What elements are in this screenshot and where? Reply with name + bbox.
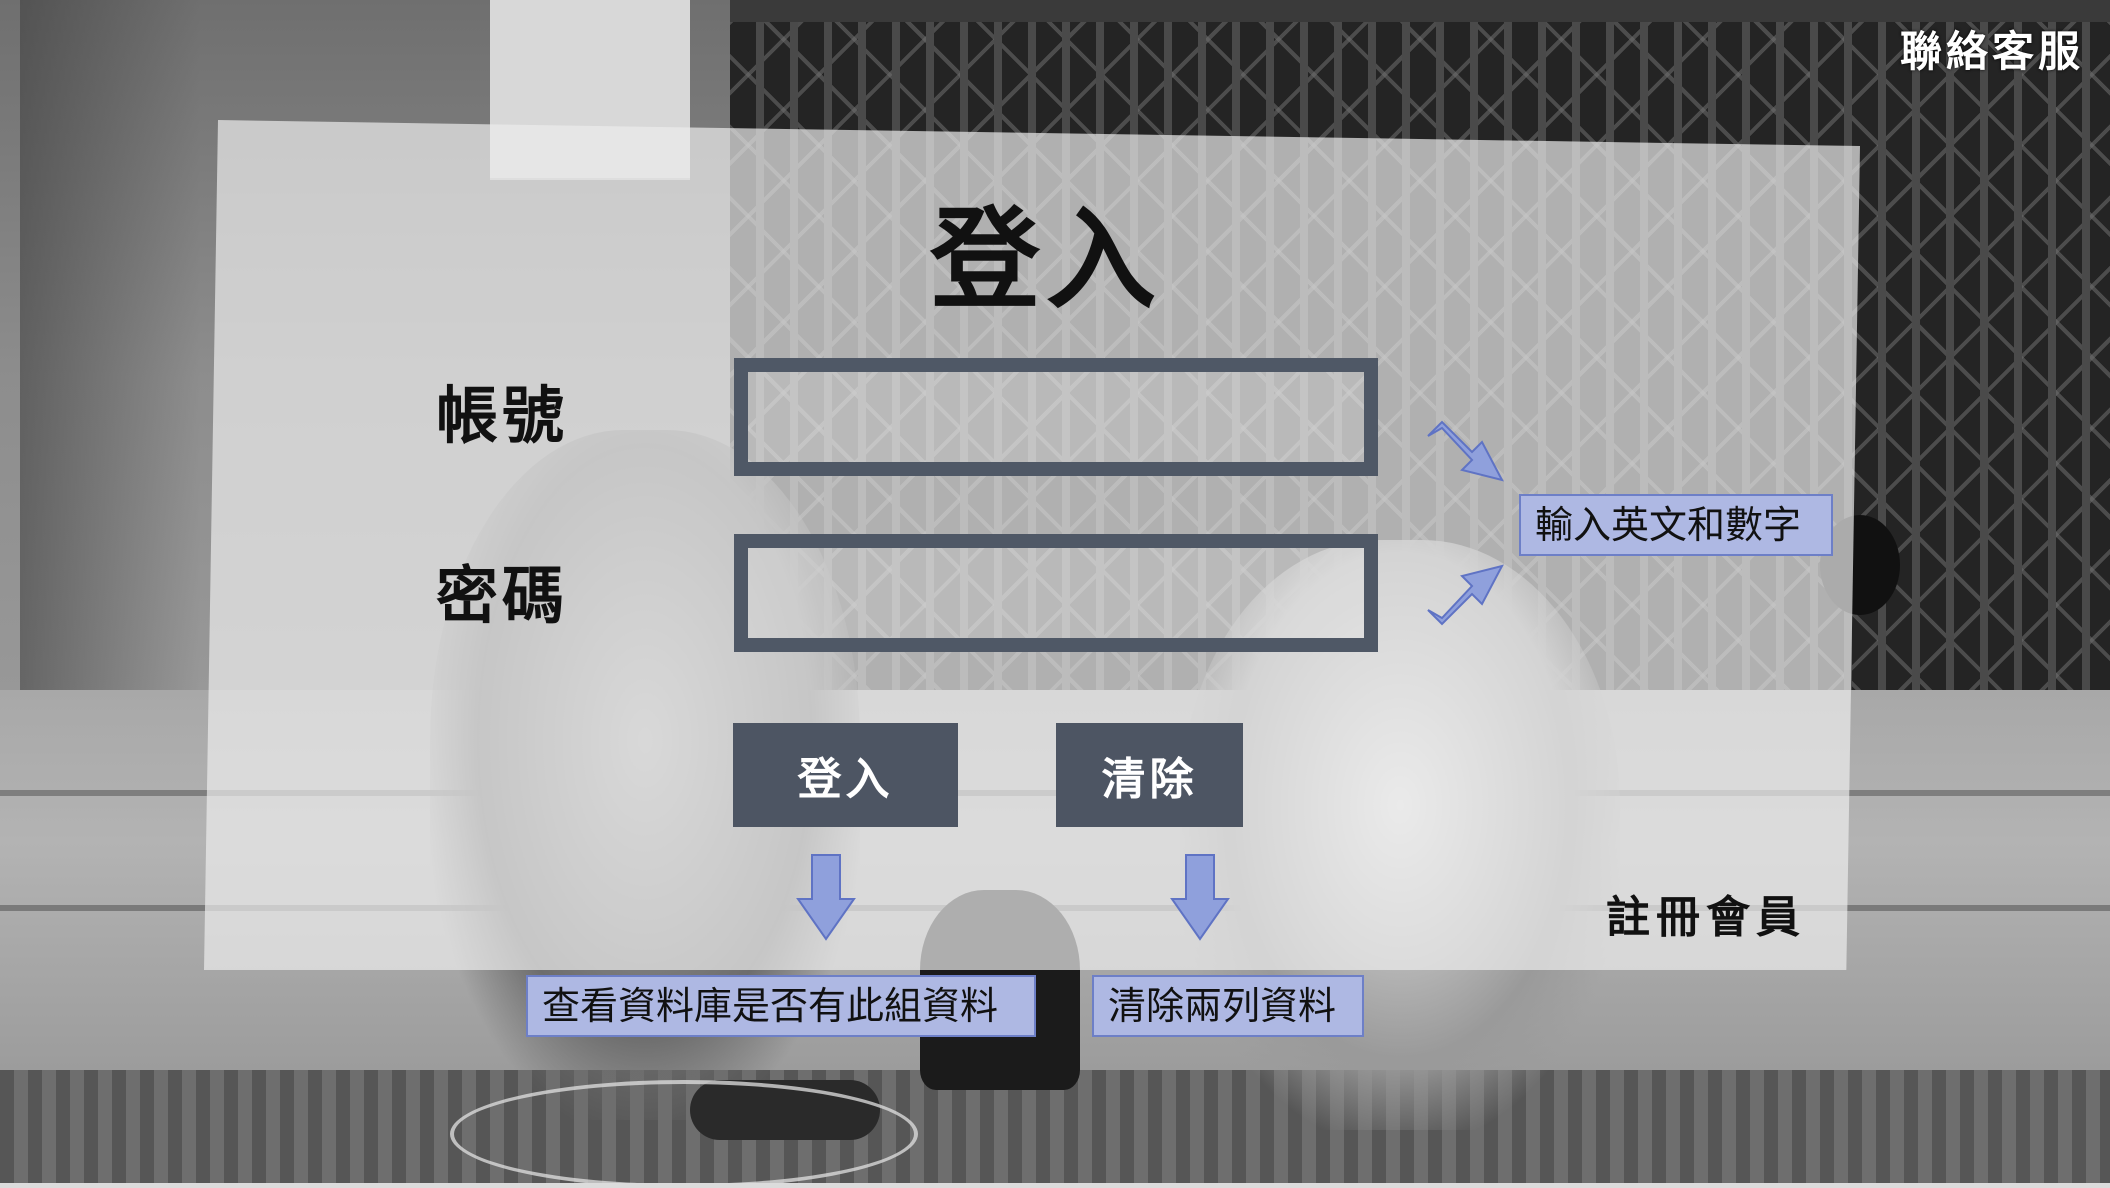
password-input[interactable] (734, 534, 1378, 652)
login-button[interactable]: 登入 (733, 723, 958, 827)
arrow-down-icon (1170, 854, 1230, 941)
bottom-band (0, 1183, 2110, 1188)
arrow-diagonal-icon (1427, 420, 1504, 482)
login-button-label: 登入 (797, 754, 894, 805)
clear-button-label: 清除 (1101, 754, 1198, 805)
background-gate-rail (730, 0, 2110, 22)
page-title: 登入 (930, 195, 1162, 324)
contact-support-link[interactable]: 聯絡客服 (1900, 26, 2084, 78)
account-input[interactable] (734, 358, 1378, 476)
account-label: 帳號 (436, 379, 569, 452)
clear-hint-note: 清除兩列資料 (1092, 975, 1364, 1037)
arrow-diagonal-icon (1427, 564, 1504, 626)
input-hint-note: 輸入英文和數字 (1519, 494, 1833, 556)
arrow-down-icon (796, 854, 856, 941)
register-link[interactable]: 註冊會員 (1606, 890, 1806, 946)
login-slide: 聯絡客服 登入 帳號 密碼 登入 清除 註冊會員 輸入英文和數字 查看資料庫是否… (0, 0, 2110, 1188)
login-hint-note: 查看資料庫是否有此組資料 (526, 975, 1036, 1037)
password-label: 密碼 (436, 559, 569, 632)
background-chalk-circle (450, 1080, 918, 1188)
clear-button[interactable]: 清除 (1056, 723, 1243, 827)
